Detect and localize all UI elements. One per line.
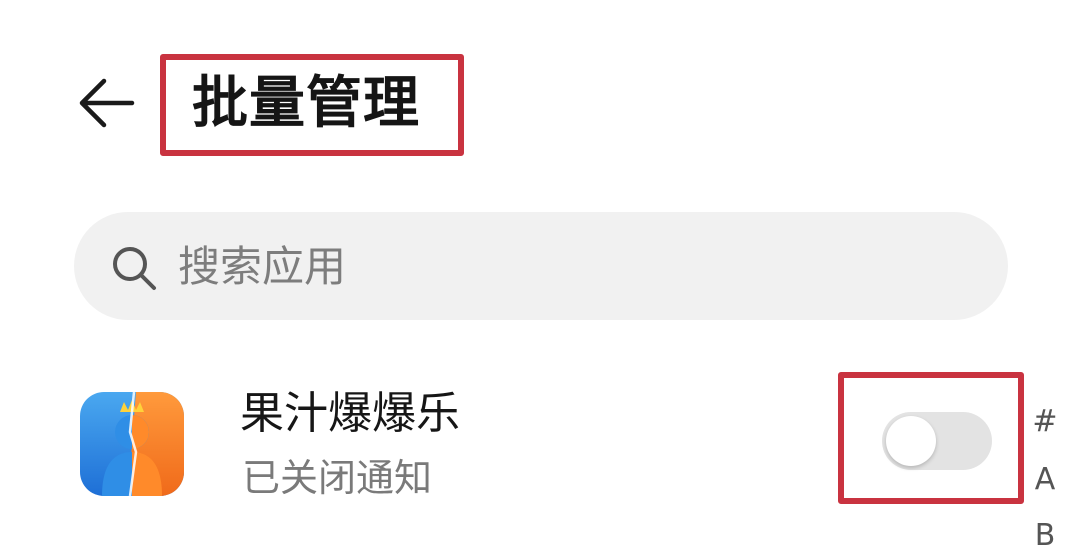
search-icon bbox=[113, 247, 156, 290]
app-name: 果汁爆爆乐 bbox=[240, 388, 460, 439]
app-icon bbox=[80, 392, 184, 496]
app-status: 已关闭通知 bbox=[242, 456, 433, 500]
toggle-knob bbox=[886, 416, 936, 466]
index-letter-b[interactable]: B bbox=[1030, 518, 1060, 554]
notification-toggle[interactable] bbox=[882, 412, 992, 470]
back-button[interactable] bbox=[74, 72, 140, 134]
search-bar[interactable] bbox=[74, 212, 1008, 320]
search-input[interactable] bbox=[178, 238, 958, 294]
index-letter-hash[interactable]: # bbox=[1030, 404, 1060, 440]
back-arrow-icon bbox=[79, 78, 135, 128]
page-title: 批量管理 bbox=[192, 71, 420, 136]
index-letter-a[interactable]: A bbox=[1030, 462, 1060, 498]
